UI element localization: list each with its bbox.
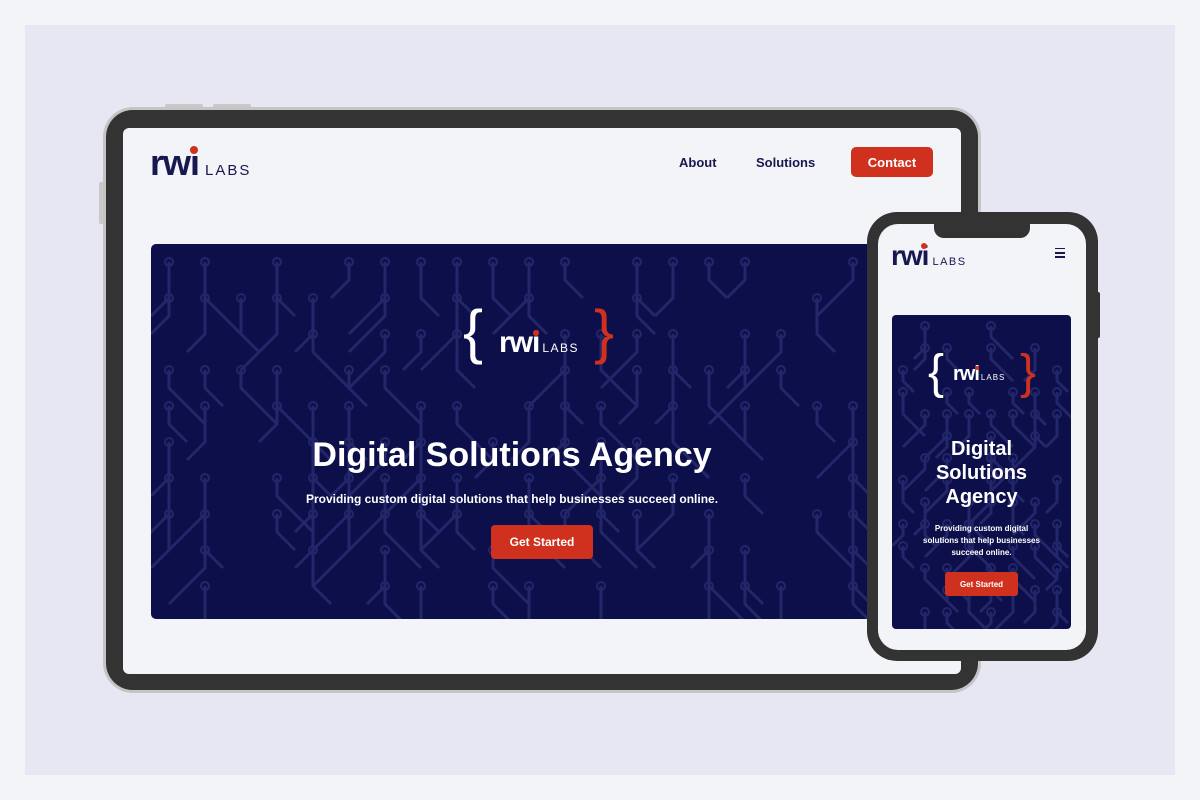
get-started-button[interactable]: Get Started [491,525,593,559]
mobile-hero-subtitle-line: Providing custom digital [934,524,1029,533]
mobile-hero-title-line: Digital [950,438,1013,460]
hamburger-menu-icon[interactable] [1055,248,1065,258]
nav-link-solutions[interactable]: Solutions [756,155,815,170]
mobile-hero-subtitle-line: solutions that help businesses [923,536,1040,545]
circuit-pattern-background [151,257,873,619]
mobile-hero-logo: rwi LABS [953,363,1005,386]
mobile-hero-title-line: Agency [945,486,1018,508]
logo-suffix: LABS [205,162,252,179]
mobile-hero-title: Digital Solutions Agency [892,437,1071,509]
hero-section: { rwi LABS } Digital Solutions Agency Pro… [151,244,873,619]
mobile-logo-wordmark: rwi [891,240,929,271]
mobile-hero-logo-dot [974,366,979,370]
mobile-hero-logo-suffix: LABS [980,373,1006,382]
site-logo[interactable]: rwi LABS [150,142,251,184]
hero-brace-open: { [463,298,484,365]
mobile-hero-title-line: Solutions [935,462,1028,484]
hero-subtitle: Providing custom digital solutions that … [305,492,719,506]
mobile-hero-brace-open: { [928,346,945,399]
mobile-logo-suffix: LABS [932,256,967,268]
mobile-site-logo[interactable]: rwi LABS [891,240,967,272]
mobile-hero-logo-wordmark: rwi [953,363,980,385]
nav-link-about[interactable]: About [679,155,717,170]
hero-brace-close: } [594,298,615,365]
logo-wordmark: rwi [150,142,200,183]
phone-notch [934,222,1030,238]
mobile-hero-subtitle: Providing custom digital solutions that … [910,523,1053,559]
hero-logo-suffix: LABS [542,341,580,355]
phone-screen: rwi LABS { rwi LABS } Digital Solutions Ag… [878,224,1086,650]
hero-logo-wordmark: rwi [499,326,540,359]
mobile-hero-section: { rwi LABS } Digital Solutions Agency Pro… [892,315,1071,629]
tablet-screen: rwi LABS About Solutions Contact { rwi LAB… [123,128,961,674]
mobile-hero-brace-close: } [1020,346,1037,399]
hero-logo: rwi LABS [499,326,579,360]
hero-title: Digital Solutions Agency [312,436,712,474]
logo-dot [190,146,199,154]
mobile-hero-subtitle-line: succeed online. [951,548,1012,557]
contact-button[interactable]: Contact [851,147,933,177]
mobile-get-started-button[interactable]: Get Started [945,572,1018,596]
